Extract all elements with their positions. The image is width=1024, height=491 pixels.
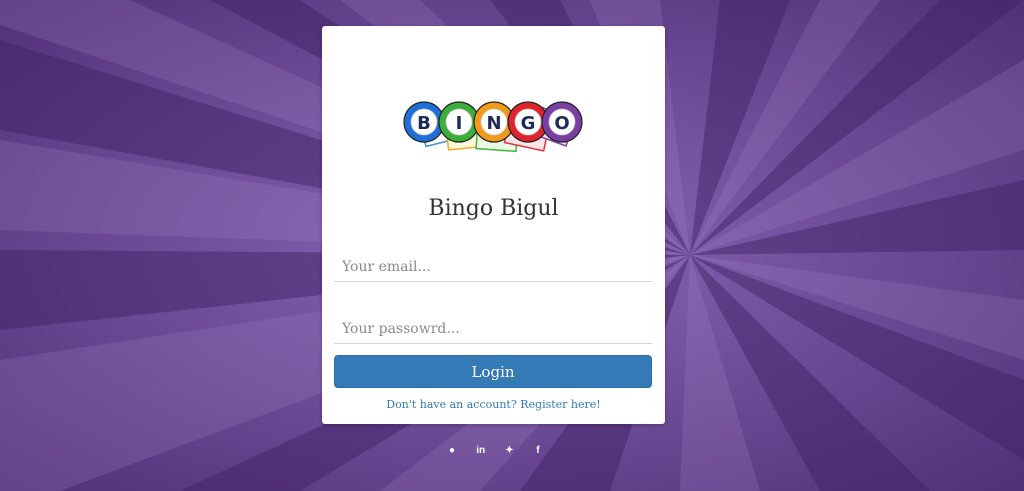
password-field[interactable] [334, 314, 652, 344]
login-card: B I N G O Bingo Bigul Login Don't have a… [322, 26, 665, 424]
logo-letter-g: G [521, 113, 536, 134]
social-links: ● in ✦ f [445, 443, 545, 457]
email-field[interactable] [334, 252, 652, 282]
logo-letter-i: I [456, 113, 463, 134]
twitter-icon[interactable]: ✦ [502, 443, 516, 457]
logo-letter-o: O [554, 113, 569, 134]
facebook-icon[interactable]: f [531, 443, 545, 457]
bingo-logo: B I N G O [403, 101, 583, 153]
github-icon[interactable]: ● [445, 443, 459, 457]
app-title: Bingo Bigul [428, 196, 559, 221]
login-button[interactable]: Login [334, 355, 652, 388]
linkedin-icon[interactable]: in [474, 443, 488, 457]
logo-letter-n: N [486, 113, 501, 134]
logo-letter-b: B [417, 113, 431, 134]
register-link[interactable]: Don't have an account? Register here! [322, 398, 665, 411]
